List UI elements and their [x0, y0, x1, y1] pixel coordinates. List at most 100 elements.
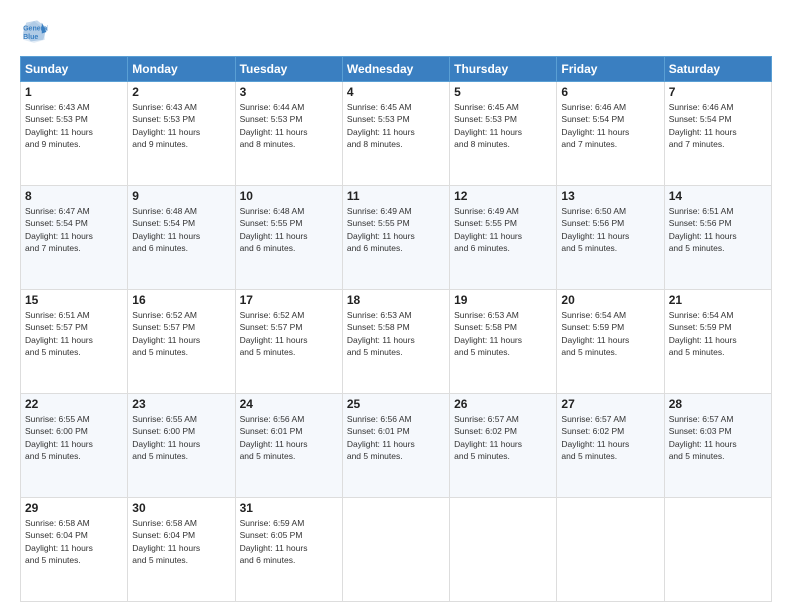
calendar-cell: 20 Sunrise: 6:54 AM Sunset: 5:59 PM Dayli… [557, 290, 664, 394]
calendar-cell: 2 Sunrise: 6:43 AM Sunset: 5:53 PM Daylig… [128, 82, 235, 186]
day-number: 3 [240, 85, 338, 99]
day-info: Sunrise: 6:57 AM Sunset: 6:02 PM Dayligh… [454, 413, 552, 462]
calendar-cell: 16 Sunrise: 6:52 AM Sunset: 5:57 PM Dayli… [128, 290, 235, 394]
day-number: 17 [240, 293, 338, 307]
day-number: 4 [347, 85, 445, 99]
day-number: 14 [669, 189, 767, 203]
calendar-cell: 8 Sunrise: 6:47 AM Sunset: 5:54 PM Daylig… [21, 186, 128, 290]
calendar-cell [450, 498, 557, 602]
calendar-cell: 12 Sunrise: 6:49 AM Sunset: 5:55 PM Dayli… [450, 186, 557, 290]
day-number: 2 [132, 85, 230, 99]
day-number: 10 [240, 189, 338, 203]
calendar-cell: 23 Sunrise: 6:55 AM Sunset: 6:00 PM Dayli… [128, 394, 235, 498]
calendar-cell: 11Sunrise: 6:49 AM Sunset: 5:55 PM Dayli… [342, 186, 449, 290]
calendar-cell: 18 Sunrise: 6:53 AM Sunset: 5:58 PM Dayli… [342, 290, 449, 394]
day-info: Sunrise: 6:46 AM Sunset: 5:54 PM Dayligh… [669, 101, 767, 150]
day-number: 7 [669, 85, 767, 99]
day-info: Sunrise: 6:56 AM Sunset: 6:01 PM Dayligh… [240, 413, 338, 462]
weekday-header-thursday: Thursday [450, 57, 557, 82]
day-number: 18 [347, 293, 445, 307]
header: General Blue [20, 18, 772, 46]
calendar-cell: 28 Sunrise: 6:57 AM Sunset: 6:03 PM Dayli… [664, 394, 771, 498]
calendar-cell: 19 Sunrise: 6:53 AM Sunset: 5:58 PM Dayli… [450, 290, 557, 394]
day-info: Sunrise: 6:46 AM Sunset: 5:54 PM Dayligh… [561, 101, 659, 150]
calendar-cell: 3 Sunrise: 6:44 AM Sunset: 5:53 PM Daylig… [235, 82, 342, 186]
day-info: Sunrise: 6:57 AM Sunset: 6:02 PM Dayligh… [561, 413, 659, 462]
day-info: Sunrise: 6:55 AM Sunset: 6:00 PM Dayligh… [25, 413, 123, 462]
calendar-cell: 10 Sunrise: 6:48 AM Sunset: 5:55 PM Dayli… [235, 186, 342, 290]
day-info: Sunrise: 6:52 AM Sunset: 5:57 PM Dayligh… [240, 309, 338, 358]
calendar-cell: 26 Sunrise: 6:57 AM Sunset: 6:02 PM Dayli… [450, 394, 557, 498]
calendar-cell: 22 Sunrise: 6:55 AM Sunset: 6:00 PM Dayli… [21, 394, 128, 498]
day-number: 28 [669, 397, 767, 411]
day-number: 26 [454, 397, 552, 411]
calendar-cell [557, 498, 664, 602]
calendar-table: SundayMondayTuesdayWednesdayThursdayFrid… [20, 56, 772, 602]
day-info: Sunrise: 6:43 AM Sunset: 5:53 PM Dayligh… [132, 101, 230, 150]
day-info: Sunrise: 6:52 AM Sunset: 5:57 PM Dayligh… [132, 309, 230, 358]
day-info: Sunrise: 6:55 AM Sunset: 6:00 PM Dayligh… [132, 413, 230, 462]
calendar-cell: 14 Sunrise: 6:51 AM Sunset: 5:56 PM Dayli… [664, 186, 771, 290]
day-number: 1 [25, 85, 123, 99]
day-number: 11 [347, 189, 445, 203]
day-number: 8 [25, 189, 123, 203]
day-number: 13 [561, 189, 659, 203]
day-info: Sunrise: 6:43 AM Sunset: 5:53 PM Dayligh… [25, 101, 123, 150]
calendar-cell: 24Sunrise: 6:56 AM Sunset: 6:01 PM Dayli… [235, 394, 342, 498]
day-info: Sunrise: 6:51 AM Sunset: 5:56 PM Dayligh… [669, 205, 767, 254]
day-info: Sunrise: 6:53 AM Sunset: 5:58 PM Dayligh… [347, 309, 445, 358]
day-number: 30 [132, 501, 230, 515]
calendar-cell: 30Sunrise: 6:58 AM Sunset: 6:04 PM Dayli… [128, 498, 235, 602]
day-info: Sunrise: 6:51 AM Sunset: 5:57 PM Dayligh… [25, 309, 123, 358]
logo-icon: General Blue [20, 18, 48, 46]
calendar-cell: 25 Sunrise: 6:56 AM Sunset: 6:01 PM Dayli… [342, 394, 449, 498]
weekday-header-tuesday: Tuesday [235, 57, 342, 82]
day-number: 20 [561, 293, 659, 307]
calendar-cell: 27 Sunrise: 6:57 AM Sunset: 6:02 PM Dayli… [557, 394, 664, 498]
day-number: 29 [25, 501, 123, 515]
day-info: Sunrise: 6:54 AM Sunset: 5:59 PM Dayligh… [561, 309, 659, 358]
calendar-cell: 9Sunrise: 6:48 AM Sunset: 5:54 PM Daylig… [128, 186, 235, 290]
day-number: 21 [669, 293, 767, 307]
day-info: Sunrise: 6:59 AM Sunset: 6:05 PM Dayligh… [240, 517, 338, 566]
day-info: Sunrise: 6:50 AM Sunset: 5:56 PM Dayligh… [561, 205, 659, 254]
calendar-cell: 4 Sunrise: 6:45 AM Sunset: 5:53 PM Daylig… [342, 82, 449, 186]
day-info: Sunrise: 6:58 AM Sunset: 6:04 PM Dayligh… [25, 517, 123, 566]
calendar-cell: 13 Sunrise: 6:50 AM Sunset: 5:56 PM Dayli… [557, 186, 664, 290]
day-number: 9 [132, 189, 230, 203]
day-info: Sunrise: 6:47 AM Sunset: 5:54 PM Dayligh… [25, 205, 123, 254]
calendar-cell: 21 Sunrise: 6:54 AM Sunset: 5:59 PM Dayli… [664, 290, 771, 394]
day-number: 27 [561, 397, 659, 411]
day-number: 25 [347, 397, 445, 411]
weekday-header-monday: Monday [128, 57, 235, 82]
day-number: 5 [454, 85, 552, 99]
day-info: Sunrise: 6:48 AM Sunset: 5:55 PM Dayligh… [240, 205, 338, 254]
calendar-cell [664, 498, 771, 602]
calendar-cell: 6 Sunrise: 6:46 AM Sunset: 5:54 PM Daylig… [557, 82, 664, 186]
day-info: Sunrise: 6:57 AM Sunset: 6:03 PM Dayligh… [669, 413, 767, 462]
calendar-cell [342, 498, 449, 602]
day-info: Sunrise: 6:49 AM Sunset: 5:55 PM Dayligh… [454, 205, 552, 254]
calendar-cell: 1 Sunrise: 6:43 AM Sunset: 5:53 PM Daylig… [21, 82, 128, 186]
calendar-cell: 17 Sunrise: 6:52 AM Sunset: 5:57 PM Dayli… [235, 290, 342, 394]
day-number: 15 [25, 293, 123, 307]
day-info: Sunrise: 6:54 AM Sunset: 5:59 PM Dayligh… [669, 309, 767, 358]
day-info: Sunrise: 6:53 AM Sunset: 5:58 PM Dayligh… [454, 309, 552, 358]
calendar-cell: 31Sunrise: 6:59 AM Sunset: 6:05 PM Dayli… [235, 498, 342, 602]
weekday-header-saturday: Saturday [664, 57, 771, 82]
logo: General Blue [20, 18, 52, 46]
day-info: Sunrise: 6:45 AM Sunset: 5:53 PM Dayligh… [454, 101, 552, 150]
day-number: 16 [132, 293, 230, 307]
day-number: 23 [132, 397, 230, 411]
day-info: Sunrise: 6:56 AM Sunset: 6:01 PM Dayligh… [347, 413, 445, 462]
calendar-cell: 29 Sunrise: 6:58 AM Sunset: 6:04 PM Dayli… [21, 498, 128, 602]
day-info: Sunrise: 6:45 AM Sunset: 5:53 PM Dayligh… [347, 101, 445, 150]
day-number: 12 [454, 189, 552, 203]
day-number: 6 [561, 85, 659, 99]
svg-text:Blue: Blue [23, 34, 38, 41]
page: General Blue SundayMondayTuesdayWednesda… [0, 0, 792, 612]
day-number: 19 [454, 293, 552, 307]
day-info: Sunrise: 6:44 AM Sunset: 5:53 PM Dayligh… [240, 101, 338, 150]
day-number: 22 [25, 397, 123, 411]
weekday-header-friday: Friday [557, 57, 664, 82]
